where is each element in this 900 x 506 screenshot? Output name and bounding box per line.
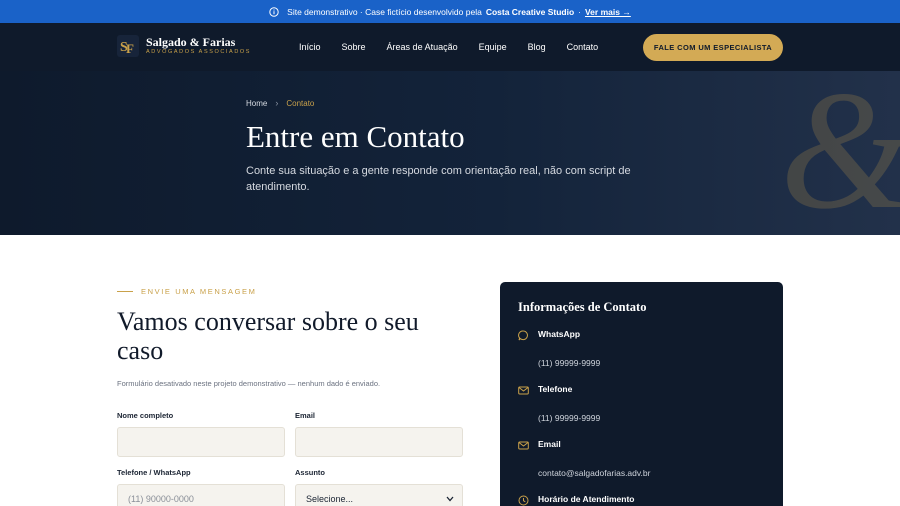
whatsapp-title: WhatsApp (538, 329, 581, 339)
main-nav: Início Sobre Áreas de Atuação Equipe Blo… (299, 23, 619, 71)
page-subtitle: Conte sua situação e a gente responde co… (246, 165, 631, 193)
eyebrow-text: ENVIE UMA MENSAGEM (141, 287, 257, 296)
banner-text: Site demonstrativo · Case fictício desen… (287, 6, 482, 17)
info-icon (269, 6, 279, 17)
nav-contato[interactable]: Contato (567, 42, 599, 52)
demo-banner: Site demonstrativo · Case fictício desen… (0, 0, 900, 23)
logo-subtitle: ADVOGADOS ASSOCIADOS (146, 49, 252, 55)
hero-ampersand-decor: & (780, 71, 900, 235)
banner-studio: Costa Creative Studio (485, 6, 575, 17)
nav-inicio[interactable]: Início (299, 42, 321, 52)
page-title: Entre em Contato (246, 119, 465, 154)
horario-title: Horário de Atendimento (538, 494, 635, 504)
eyebrow-line (117, 291, 133, 292)
nav-sobre[interactable]: Sobre (342, 42, 366, 52)
chat-icon (518, 330, 528, 341)
telefone-value[interactable]: (11) 99999-9999 (538, 413, 600, 423)
mail-icon (518, 386, 529, 395)
banner-link[interactable]: Ver mais → (585, 7, 631, 17)
nav-equipe[interactable]: Equipe (479, 42, 507, 52)
phone-placeholder: (11) 90000-0000 (128, 494, 194, 504)
section-eyebrow: ENVIE UMA MENSAGEM (117, 287, 256, 296)
form-note: Formulário desativado neste projeto demo… (117, 379, 381, 388)
breadcrumb-home[interactable]: Home (246, 99, 267, 108)
phone-label: Telefone / WhatsApp (117, 468, 191, 477)
logo-name: Salgado & Farias (146, 35, 236, 49)
subject-select[interactable]: Selecione... (295, 484, 463, 506)
contact-info-title: Informações de Contato (518, 300, 647, 314)
name-label: Nome completo (117, 411, 174, 420)
cta-button[interactable]: FALE COM UM ESPECIALISTA (643, 34, 783, 61)
site-header: S F Salgado & Farias ADVOGADOS ASSOCIADO… (0, 23, 900, 71)
logo-monogram-icon: S F (117, 35, 139, 57)
clock-icon (518, 495, 529, 506)
breadcrumb-current: Contato (286, 98, 315, 108)
email-value[interactable]: contato@salgadofarias.adv.br (538, 468, 650, 478)
phone-field[interactable]: (11) 90000-0000 (117, 484, 285, 506)
email-label: Email (295, 411, 316, 420)
subject-label: Assunto (295, 468, 325, 477)
email-title: Email (538, 439, 561, 449)
whatsapp-value[interactable]: (11) 99999-9999 (538, 358, 600, 368)
subject-selected: Selecione... (306, 494, 354, 504)
mail-icon (518, 441, 529, 450)
name-field[interactable] (117, 427, 285, 457)
telefone-title: Telefone (538, 384, 573, 394)
email-field[interactable] (295, 427, 463, 457)
chevron-right-icon: › (275, 98, 279, 108)
logo[interactable]: S F Salgado & Farias ADVOGADOS ASSOCIADO… (117, 35, 251, 57)
form-title: Vamos conversar sobre o seu caso (117, 307, 419, 365)
nav-areas-de-atuacao[interactable]: Áreas de Atuação (387, 42, 458, 52)
nav-blog[interactable]: Blog (528, 42, 546, 52)
contact-info-card: Informações de Contato WhatsApp (11) 999… (500, 282, 783, 506)
banner-dot: · (578, 6, 581, 17)
breadcrumb: Home › Contato (246, 98, 314, 108)
hero: & Home › Contato Entre em Contato Conte … (0, 71, 900, 235)
chevron-down-icon (446, 496, 454, 502)
svg-text:F: F (126, 41, 134, 56)
